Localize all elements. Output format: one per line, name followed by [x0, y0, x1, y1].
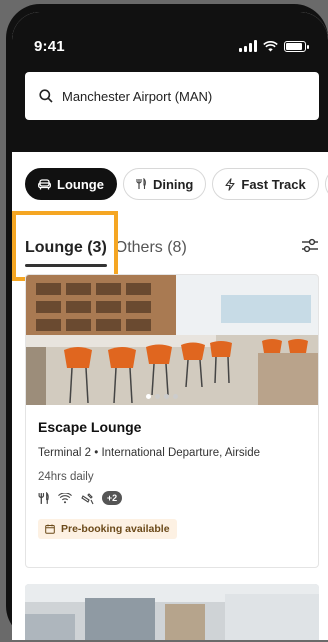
- chip-label: Fast Track: [241, 176, 306, 192]
- active-tab-indicator: [25, 264, 107, 267]
- app-screen: 9:41 Manchester Airport (MAN) Lounge Din…: [12, 12, 328, 640]
- chip-fast-track[interactable]: Fast Track: [212, 168, 319, 200]
- status-time: 9:41: [34, 37, 65, 55]
- wifi-status-icon: [263, 40, 278, 51]
- result-tabs: Lounge (3) Others (8): [12, 211, 319, 281]
- extra-amenities-badge: +2: [102, 491, 122, 505]
- chip-dining[interactable]: Dining: [122, 168, 207, 200]
- calendar-icon: [45, 524, 55, 534]
- wifi-icon: [58, 492, 72, 503]
- carousel-dots: [146, 394, 178, 399]
- chip-label: Dining: [152, 176, 194, 192]
- search-location-text: Manchester Airport (MAN): [62, 88, 213, 104]
- dining-icon: [136, 178, 146, 189]
- status-icons: [239, 40, 309, 52]
- lounge-icon: [38, 178, 51, 189]
- tab-lounge[interactable]: Lounge (3): [25, 239, 107, 257]
- fast-track-icon: [225, 177, 235, 191]
- lounge-hours: 24hrs daily: [38, 471, 94, 483]
- search-location-field[interactable]: Manchester Airport (MAN): [25, 72, 319, 120]
- dining-icon: [38, 491, 49, 504]
- lounge-photo[interactable]: [26, 275, 318, 405]
- lounge-name: Escape Lounge: [38, 419, 142, 435]
- lounge-location: Terminal 2 • International Departure, Ai…: [38, 447, 260, 459]
- next-lounge-card[interactable]: [25, 584, 319, 640]
- next-lounge-photo: [25, 584, 319, 640]
- card-details: Escape Lounge Terminal 2 • International…: [26, 405, 318, 539]
- lounge-card[interactable]: Escape Lounge Terminal 2 • International…: [25, 274, 319, 568]
- search-icon: [39, 89, 53, 103]
- amenity-icons: +2: [38, 491, 306, 505]
- category-chips: Lounge Dining Fast Track: [25, 168, 328, 200]
- prebooking-badge: Pre-booking available: [38, 519, 177, 539]
- tab-others[interactable]: Others (8): [115, 239, 187, 257]
- chip-label: Lounge: [57, 176, 104, 192]
- signal-icon: [239, 40, 257, 52]
- status-bar: 9:41: [12, 34, 328, 58]
- filter-sliders-icon[interactable]: [301, 238, 319, 254]
- chip-lounge[interactable]: Lounge: [25, 168, 117, 200]
- lounge-photo-image: [26, 275, 318, 405]
- prebooking-label: Pre-booking available: [61, 523, 170, 535]
- battery-icon: [284, 40, 309, 52]
- no-smoking-icon: [81, 492, 94, 504]
